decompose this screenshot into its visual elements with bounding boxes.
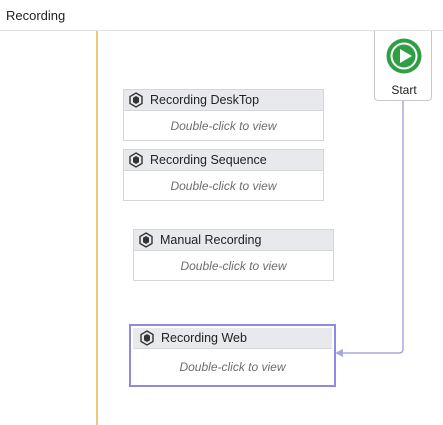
- activity-recording-sequence[interactable]: Recording Sequence Double-click to view: [123, 149, 324, 201]
- activity-header: Recording DeskTop: [124, 90, 323, 111]
- activity-title: Recording DeskTop: [150, 93, 260, 107]
- workflow-activity-icon: [129, 152, 143, 168]
- designer-title: Recording: [6, 8, 66, 23]
- activity-hint: Double-click to view: [170, 179, 277, 193]
- activity-recording-desktop[interactable]: Recording DeskTop Double-click to view: [123, 89, 324, 141]
- activity-title: Recording Sequence: [150, 153, 267, 167]
- activity-recording-web[interactable]: Recording Web Double-click to view: [129, 324, 336, 387]
- activity-hint: Double-click to view: [179, 360, 286, 374]
- activity-header: Recording Web: [133, 328, 332, 349]
- activity-title: Manual Recording: [160, 233, 262, 247]
- start-node[interactable]: Start: [374, 31, 432, 101]
- activity-header: Recording Sequence: [124, 150, 323, 171]
- flow-lifeline: [96, 31, 98, 425]
- start-label: Start: [391, 83, 417, 97]
- workflow-activity-icon: [139, 232, 153, 248]
- play-circle-icon: [386, 38, 422, 74]
- activity-header: Manual Recording: [134, 230, 333, 251]
- workflow-activity-icon: [129, 92, 143, 108]
- activity-hint: Double-click to view: [180, 259, 287, 273]
- designer-title-bar: Recording: [0, 0, 443, 31]
- workflow-canvas[interactable]: Start Recording DeskTop Double-click to …: [0, 31, 443, 425]
- workflow-activity-icon: [140, 330, 154, 346]
- activity-manual-recording[interactable]: Manual Recording Double-click to view: [133, 229, 334, 281]
- activity-hint: Double-click to view: [170, 119, 277, 133]
- activity-title: Recording Web: [161, 331, 247, 345]
